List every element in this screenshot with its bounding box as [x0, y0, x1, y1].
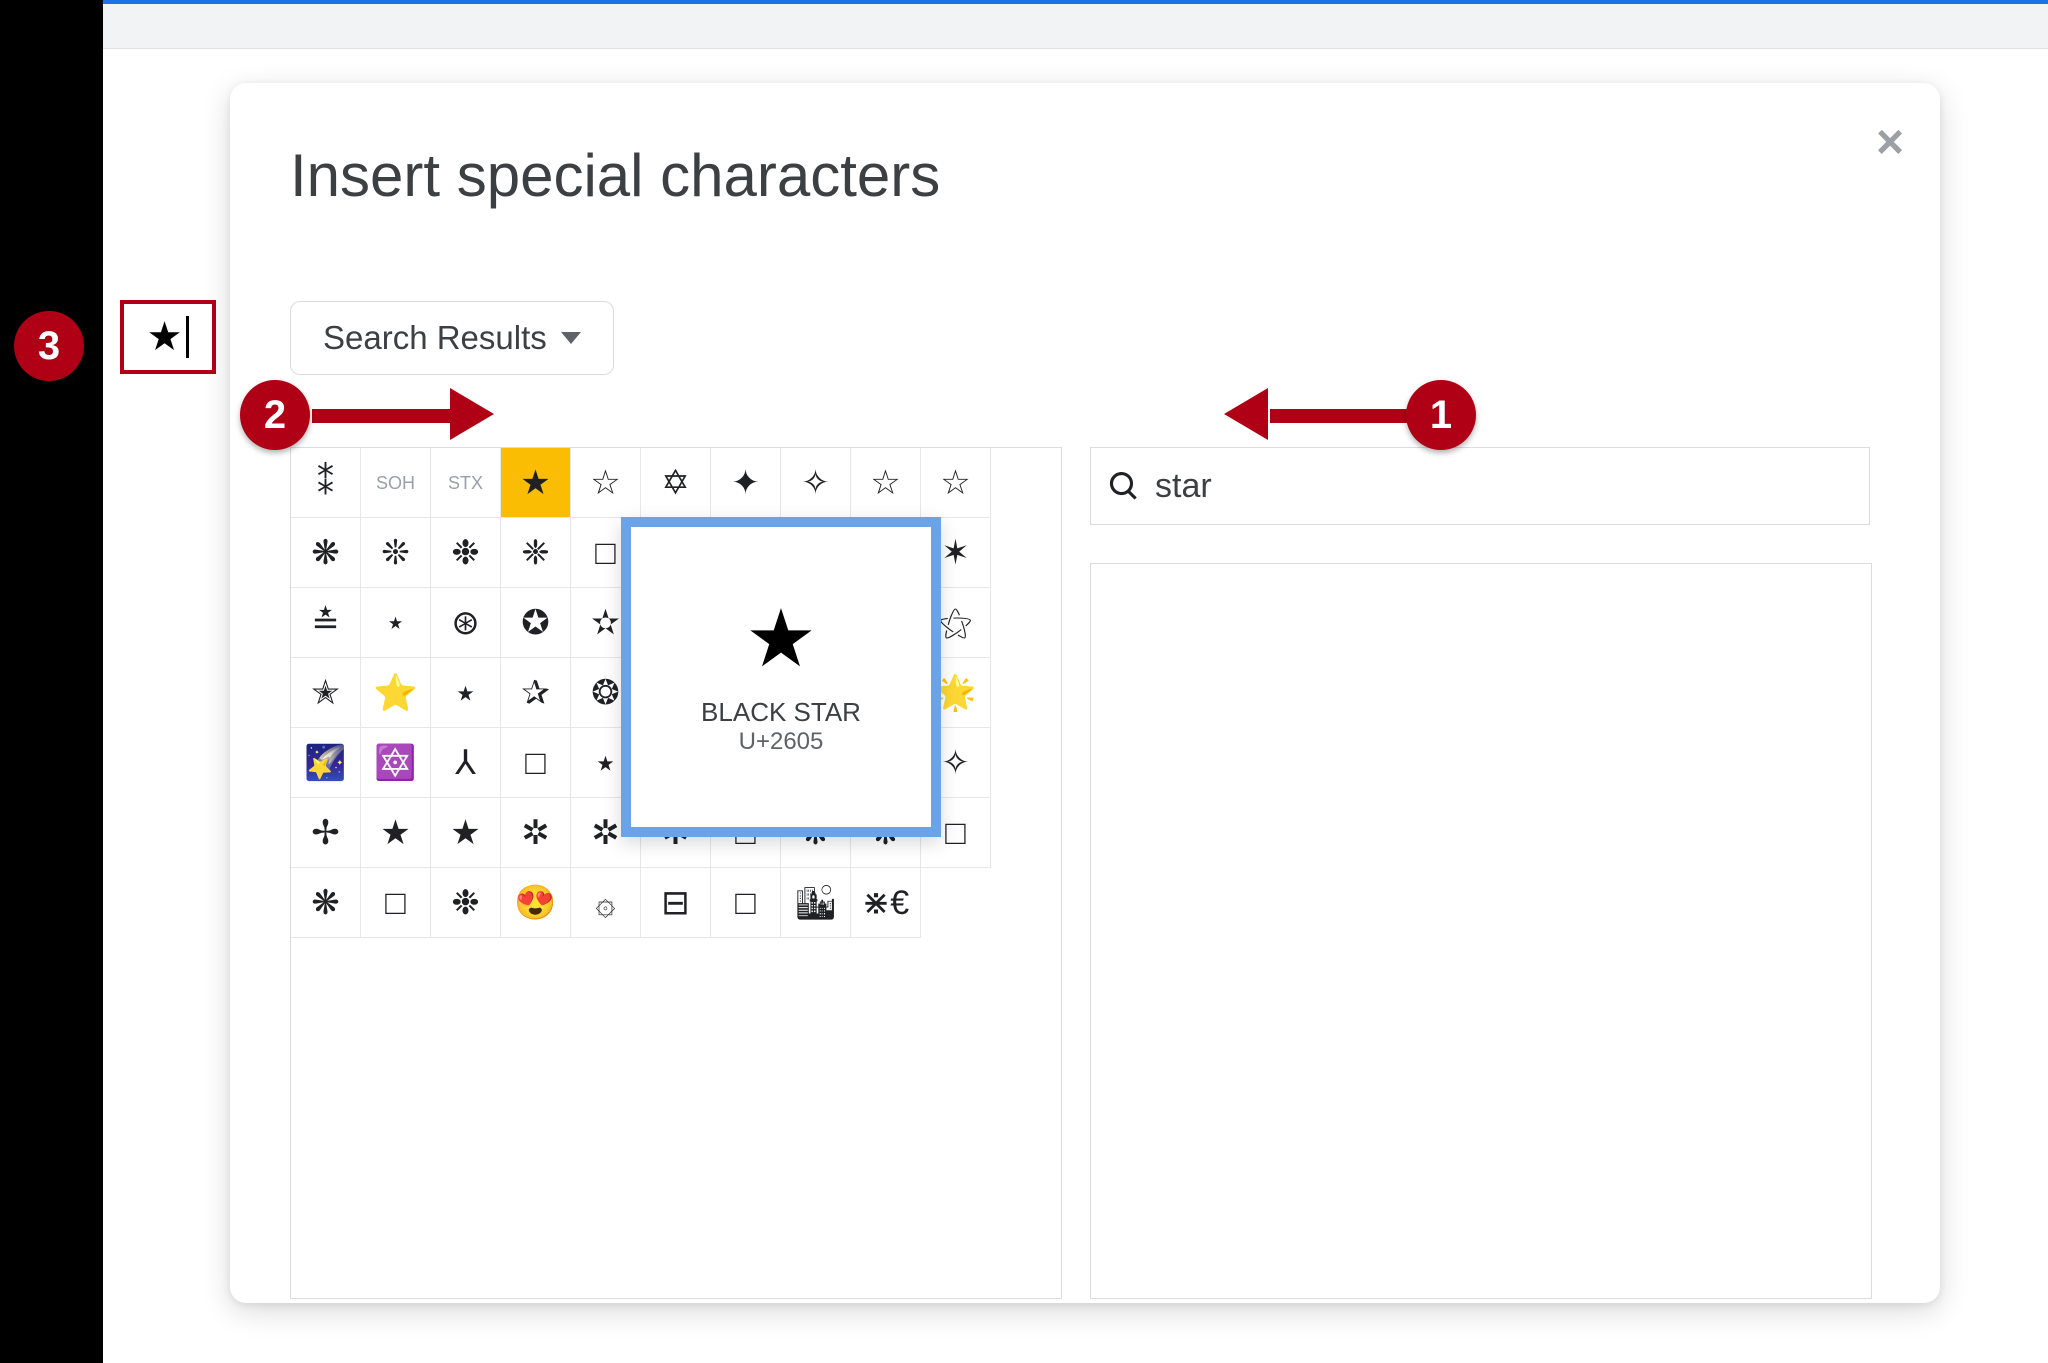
char-cell[interactable]: ⁑: [291, 448, 361, 518]
preview-glyph: ★: [745, 599, 817, 679]
preview-name: BLACK STAR: [701, 697, 861, 728]
char-cell[interactable]: □: [361, 868, 431, 938]
char-cell[interactable]: 🏙: [781, 868, 851, 938]
char-cell[interactable]: ☆: [571, 448, 641, 518]
char-cell[interactable]: ≛: [291, 588, 361, 658]
char-cell[interactable]: ✭: [291, 658, 361, 728]
char-cell[interactable]: ☆: [921, 448, 991, 518]
char-cell[interactable]: ★: [361, 798, 431, 868]
char-cell[interactable]: ❋: [291, 868, 361, 938]
char-cell[interactable]: ⭐: [361, 658, 431, 728]
char-cell[interactable]: ✧: [781, 448, 851, 518]
char-cell[interactable]: ❉: [431, 868, 501, 938]
char-cell[interactable]: ★: [431, 798, 501, 868]
close-button[interactable]: ×: [1876, 119, 1904, 167]
char-cell[interactable]: ⋆: [361, 588, 431, 658]
char-cell[interactable]: 🌠: [291, 728, 361, 798]
document-insert-preview: ★: [120, 300, 216, 374]
preview-codepoint: U+2605: [739, 728, 824, 756]
char-cell[interactable]: □: [711, 868, 781, 938]
dropdown-caret-icon: [561, 332, 581, 344]
draw-character-panel[interactable]: [1090, 563, 1872, 1299]
char-cell[interactable]: ⊛: [431, 588, 501, 658]
char-cell[interactable]: ★: [501, 448, 571, 518]
char-cell[interactable]: ❈: [501, 518, 571, 588]
char-cell[interactable]: ❊: [361, 518, 431, 588]
inserted-star-icon: ★: [147, 314, 183, 360]
char-cell[interactable]: ⊟: [641, 868, 711, 938]
character-grid-panel: ⁑SOHSTX★☆✡✦✧☆☆❋❊❉❈□□□⚝□✶≛⋆⊛✪✫☪✯✬⚝⚝✭⭐٭✰❂✷…: [290, 447, 1062, 1299]
left-black-bar: [0, 0, 103, 1363]
char-cell[interactable]: ✡: [641, 448, 711, 518]
search-input[interactable]: [1153, 466, 1851, 507]
category-dropdown-label: Search Results: [323, 319, 547, 357]
category-dropdown[interactable]: Search Results: [290, 301, 614, 375]
callout-badge-1: 1: [1406, 380, 1476, 450]
char-cell[interactable]: □: [501, 728, 571, 798]
char-cell[interactable]: ✰: [501, 658, 571, 728]
dialog-title: Insert special characters: [230, 83, 1940, 210]
char-cell[interactable]: 😍: [501, 868, 571, 938]
char-cell[interactable]: ⋇€: [851, 868, 921, 938]
char-cell[interactable]: ☆: [851, 448, 921, 518]
text-cursor: [186, 316, 189, 358]
callout-badge-3: 3: [14, 311, 84, 381]
browser-top-strip: [103, 0, 2048, 49]
char-cell[interactable]: ✲: [501, 798, 571, 868]
insert-special-characters-dialog: Insert special characters × Search Resul…: [230, 83, 1940, 1303]
char-cell[interactable]: ❋: [291, 518, 361, 588]
search-box[interactable]: [1090, 447, 1870, 525]
callout-badge-2: 2: [240, 380, 310, 450]
char-cell[interactable]: 🔯: [361, 728, 431, 798]
char-cell[interactable]: ٭: [431, 658, 501, 728]
char-cell[interactable]: ⅄: [431, 728, 501, 798]
char-cell[interactable]: ✦: [711, 448, 781, 518]
char-cell[interactable]: ✢: [291, 798, 361, 868]
character-preview-tooltip: ★ BLACK STAR U+2605: [621, 517, 941, 837]
search-icon: [1109, 471, 1139, 501]
char-cell[interactable]: STX: [431, 448, 501, 518]
char-cell[interactable]: ✪: [501, 588, 571, 658]
char-cell[interactable]: SOH: [361, 448, 431, 518]
char-cell[interactable]: ❉: [431, 518, 501, 588]
char-cell[interactable]: ۞: [571, 868, 641, 938]
